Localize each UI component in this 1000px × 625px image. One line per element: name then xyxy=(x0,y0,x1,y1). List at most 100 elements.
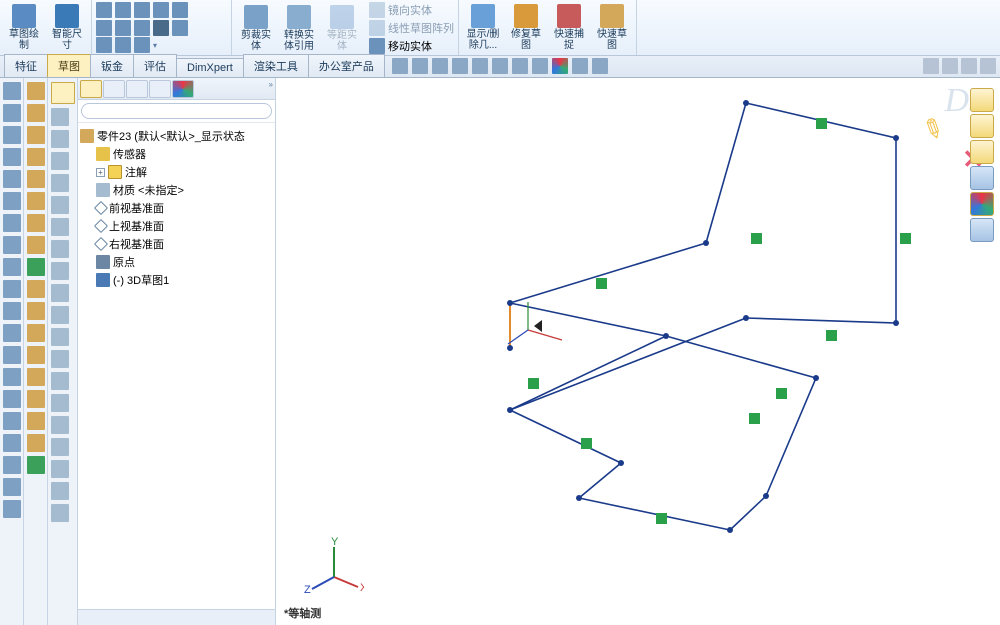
col3-icon[interactable] xyxy=(51,284,69,302)
col1-icon[interactable] xyxy=(3,390,21,408)
col2-icon[interactable] xyxy=(27,346,45,364)
col2-icon[interactable] xyxy=(27,258,45,276)
section-icon[interactable] xyxy=(452,58,468,74)
orientation-triad[interactable]: X Y Z xyxy=(304,537,364,597)
tree-3dsketch[interactable]: (-) 3D草图1 xyxy=(80,271,273,289)
tree-tab-config[interactable] xyxy=(126,80,148,98)
col2-icon[interactable] xyxy=(27,390,45,408)
col3-icon[interactable] xyxy=(51,350,69,368)
col2-icon[interactable] xyxy=(27,368,45,386)
appearance-icon[interactable] xyxy=(552,58,568,74)
col2-icon[interactable] xyxy=(27,302,45,320)
tab-sheetmetal[interactable]: 钣金 xyxy=(90,54,134,77)
prev-view-icon[interactable] xyxy=(432,58,448,74)
col1-icon[interactable] xyxy=(3,368,21,386)
display-delete-button[interactable]: 显示/删 除几... xyxy=(463,2,503,53)
fillet-icon[interactable] xyxy=(96,37,112,53)
col2-icon[interactable] xyxy=(27,456,45,474)
tab-office[interactable]: 办公室产品 xyxy=(308,54,385,77)
max-icon[interactable] xyxy=(942,58,958,74)
trim-button[interactable]: 剪裁实 体 xyxy=(236,3,276,54)
poly-icon[interactable] xyxy=(115,20,131,36)
slot-icon[interactable] xyxy=(134,20,150,36)
col1-icon[interactable] xyxy=(3,170,21,188)
col1-icon[interactable] xyxy=(3,412,21,430)
col3-icon[interactable] xyxy=(51,130,69,148)
col1-icon[interactable] xyxy=(3,434,21,452)
col3-icon[interactable] xyxy=(51,306,69,324)
line-icon[interactable] xyxy=(96,2,112,18)
tree-tab-dim[interactable] xyxy=(149,80,171,98)
filter-input[interactable] xyxy=(81,103,272,119)
feature-tree[interactable]: 零件23 (默认<默认>_显示状态 传感器 +注解 材质 <未指定> 前视基准面… xyxy=(78,123,275,609)
view-orient-icon[interactable] xyxy=(472,58,488,74)
mirror-menu[interactable]: 镜向实体 xyxy=(369,2,454,18)
repair-button[interactable]: 修复草 图 xyxy=(506,2,546,53)
col3-icon[interactable] xyxy=(51,196,69,214)
col1-icon[interactable] xyxy=(3,82,21,100)
pattern-menu[interactable]: 线性草图阵列 xyxy=(369,20,454,36)
hide-show-icon[interactable] xyxy=(512,58,528,74)
tree-root[interactable]: 零件23 (默认<默认>_显示状态 xyxy=(80,127,273,145)
col3-3d-icon[interactable] xyxy=(51,82,75,104)
col3-icon[interactable] xyxy=(51,328,69,346)
task-appearances-icon[interactable] xyxy=(970,192,994,216)
tab-render[interactable]: 渲染工具 xyxy=(243,54,309,77)
col2-icon[interactable] xyxy=(27,324,45,342)
rect-icon[interactable] xyxy=(96,20,112,36)
col1-icon[interactable] xyxy=(3,126,21,144)
display-style-icon[interactable] xyxy=(492,58,508,74)
col2-icon[interactable] xyxy=(27,412,45,430)
close-icon[interactable] xyxy=(980,58,996,74)
arc-icon[interactable] xyxy=(134,2,150,18)
col3-icon[interactable] xyxy=(51,372,69,390)
col3-icon[interactable] xyxy=(51,108,69,126)
tab-evaluate[interactable]: 评估 xyxy=(133,54,177,77)
col1-icon[interactable] xyxy=(3,258,21,276)
col3-icon[interactable] xyxy=(51,218,69,236)
view-settings-icon[interactable] xyxy=(572,58,588,74)
col3-icon[interactable] xyxy=(51,438,69,456)
col3-icon[interactable] xyxy=(51,174,69,192)
col3-icon[interactable] xyxy=(51,240,69,258)
sketch-button[interactable]: 草图绘 制 xyxy=(4,2,44,53)
tree-material[interactable]: 材质 <未指定> xyxy=(80,181,273,199)
tree-sensor[interactable]: 传感器 xyxy=(80,145,273,163)
col1-icon[interactable] xyxy=(3,192,21,210)
col3-icon[interactable] xyxy=(51,394,69,412)
col1-icon[interactable] xyxy=(3,478,21,496)
col1-icon[interactable] xyxy=(3,236,21,254)
task-file-explorer-icon[interactable] xyxy=(970,140,994,164)
tree-flyout-icon[interactable]: » xyxy=(269,80,273,97)
smart-dimension-button[interactable]: 智能尺 寸 xyxy=(47,2,87,53)
col2-icon[interactable] xyxy=(27,82,45,100)
col1-icon[interactable] xyxy=(3,302,21,320)
tab-sketch[interactable]: 草图 xyxy=(47,54,91,77)
restore-icon[interactable] xyxy=(961,58,977,74)
col3-icon[interactable] xyxy=(51,262,69,280)
col1-icon[interactable] xyxy=(3,104,21,122)
quick-sketch-button[interactable]: 快速草 图 xyxy=(592,2,632,53)
col1-icon[interactable] xyxy=(3,280,21,298)
spline-icon[interactable] xyxy=(153,2,169,18)
scene-icon[interactable] xyxy=(532,58,548,74)
col3-icon[interactable] xyxy=(51,416,69,434)
circle-icon[interactable] xyxy=(115,2,131,18)
pt-icon[interactable] xyxy=(172,20,188,36)
convert-button[interactable]: 转换实 体引用 xyxy=(279,3,319,54)
graphics-canvas[interactable]: DS ✎ ✕ X Y Z *等轴测 xyxy=(276,78,1000,625)
zoom-area-icon[interactable] xyxy=(412,58,428,74)
col1-icon[interactable] xyxy=(3,500,21,518)
tree-top-plane[interactable]: 上视基准面 xyxy=(80,217,273,235)
col2-icon[interactable] xyxy=(27,280,45,298)
move-menu[interactable]: 移动实体 xyxy=(369,38,454,54)
col3-icon[interactable] xyxy=(51,482,69,500)
task-design-lib-icon[interactable] xyxy=(970,114,994,138)
col2-icon[interactable] xyxy=(27,148,45,166)
zoom-fit-icon[interactable] xyxy=(392,58,408,74)
chamfer-icon[interactable] xyxy=(115,37,131,53)
tree-origin[interactable]: 原点 xyxy=(80,253,273,271)
tab-features[interactable]: 特征 xyxy=(4,54,48,77)
col2-icon[interactable] xyxy=(27,214,45,232)
col3-icon[interactable] xyxy=(51,460,69,478)
